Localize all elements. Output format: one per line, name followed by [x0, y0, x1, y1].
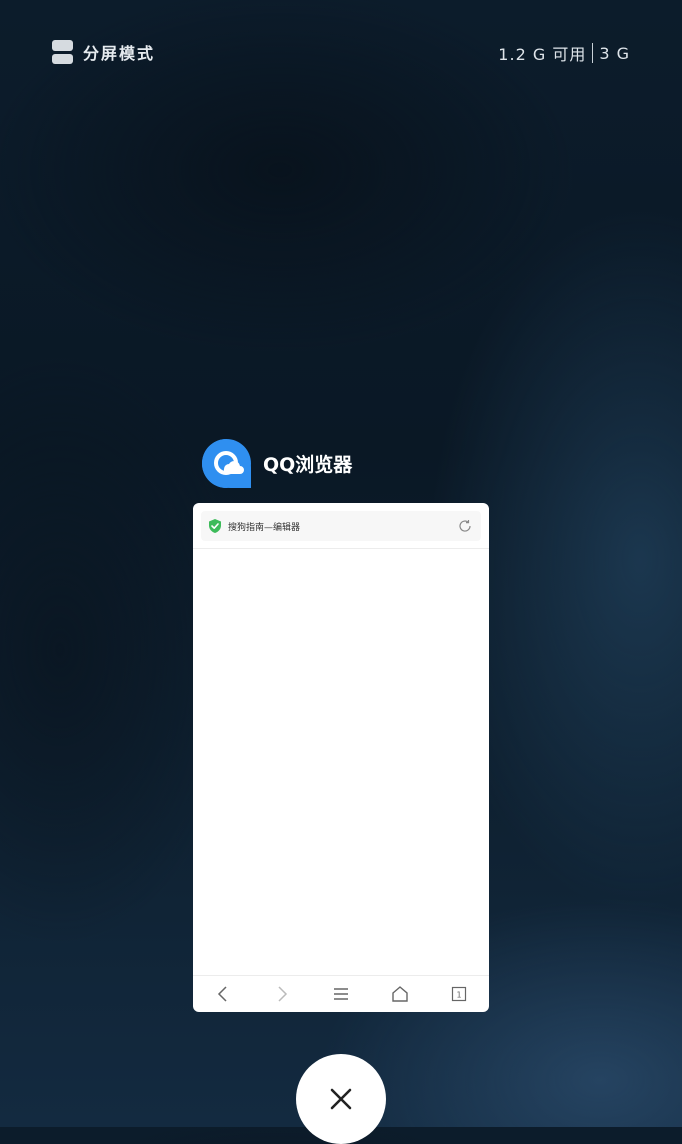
- tab-count: 1: [457, 991, 462, 1000]
- memory-available: 1.2 G 可用: [498, 45, 587, 64]
- tabs-icon: 1: [449, 984, 469, 1004]
- close-icon: [330, 1088, 352, 1110]
- url-bar: 搜狗指南—编辑器: [201, 511, 481, 541]
- qq-browser-icon: [202, 439, 251, 488]
- home-icon: [390, 984, 410, 1004]
- browser-bottom-nav: 1: [193, 975, 489, 1012]
- split-screen-button[interactable]: 分屏模式: [52, 40, 155, 64]
- split-screen-label: 分屏模式: [83, 44, 156, 63]
- split-screen-icon: [52, 40, 73, 64]
- app-header[interactable]: QQ浏览器: [200, 437, 352, 490]
- close-all-button[interactable]: [296, 1054, 386, 1144]
- memory-total: 3 G: [599, 43, 630, 63]
- refresh-icon: [459, 520, 471, 532]
- memory-status: 1.2 G 可用 3 G: [498, 41, 630, 65]
- memory-divider: [592, 43, 594, 63]
- app-name: QQ浏览器: [263, 454, 353, 476]
- menu-icon: [331, 984, 351, 1004]
- page-title: 搜狗指南—编辑器: [228, 522, 301, 533]
- divider: [193, 548, 489, 549]
- back-icon: [213, 984, 233, 1004]
- forward-icon: [272, 984, 292, 1004]
- shield-check-icon: [209, 519, 221, 533]
- app-preview-card[interactable]: 搜狗指南—编辑器 1: [193, 503, 489, 1012]
